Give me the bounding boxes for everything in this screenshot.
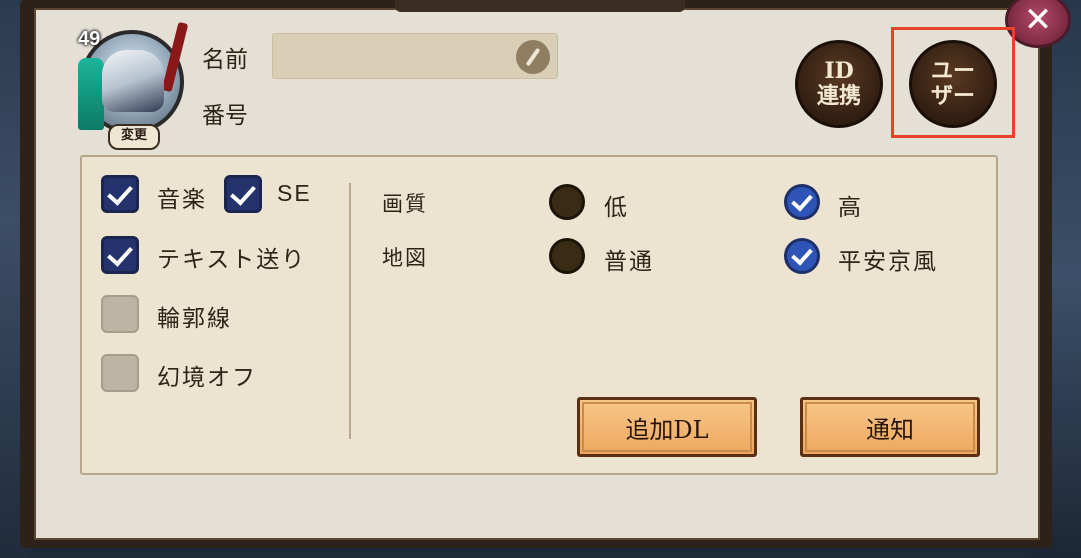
illusion-off-label: 幻境オフ xyxy=(157,365,257,391)
number-label: 番号 xyxy=(202,103,248,129)
quality-high-label: 高 xyxy=(838,195,863,221)
quality-high-radio[interactable] xyxy=(784,184,820,220)
level-badge: 49 xyxy=(78,28,101,50)
tassel-ornament xyxy=(78,58,104,130)
se-label: SE xyxy=(277,180,312,206)
close-icon: ✕ xyxy=(1023,0,1053,40)
illusion-off-checkbox[interactable] xyxy=(101,354,139,392)
music-checkbox[interactable] xyxy=(101,175,139,213)
map-label: 地図 xyxy=(382,246,428,270)
title-ornament xyxy=(395,0,685,12)
player-avatar[interactable]: 49 変更 xyxy=(72,21,192,150)
map-heian-radio[interactable] xyxy=(784,238,820,274)
notification-button[interactable]: 通知 xyxy=(800,397,980,457)
quality-low-radio[interactable] xyxy=(549,184,585,220)
pen-icon xyxy=(525,47,541,67)
map-heian-label: 平安京風 xyxy=(838,249,938,275)
change-avatar-button[interactable]: 変更 xyxy=(108,124,160,150)
edit-name-button[interactable] xyxy=(516,40,550,74)
additional-download-button[interactable]: 追加DL xyxy=(577,397,757,457)
outline-label: 輪郭線 xyxy=(157,306,232,332)
outline-checkbox[interactable] xyxy=(101,295,139,333)
user-button-highlight xyxy=(891,27,1015,138)
quality-label: 画質 xyxy=(382,192,428,216)
settings-divider xyxy=(349,183,351,439)
se-checkbox[interactable] xyxy=(224,175,262,213)
text-send-checkbox[interactable] xyxy=(101,236,139,274)
id-link-button[interactable]: ID 連携 xyxy=(795,40,883,128)
id-link-label-line2: 連携 xyxy=(816,83,861,109)
music-label: 音楽 xyxy=(157,187,207,213)
quality-low-label: 低 xyxy=(604,195,629,221)
text-send-label: テキスト送り xyxy=(157,247,307,273)
map-normal-radio[interactable] xyxy=(549,238,585,274)
id-link-label-line1: ID xyxy=(824,58,854,84)
avatar-portrait xyxy=(102,50,164,112)
map-normal-label: 普通 xyxy=(604,249,654,275)
name-label: 名前 xyxy=(202,47,248,73)
